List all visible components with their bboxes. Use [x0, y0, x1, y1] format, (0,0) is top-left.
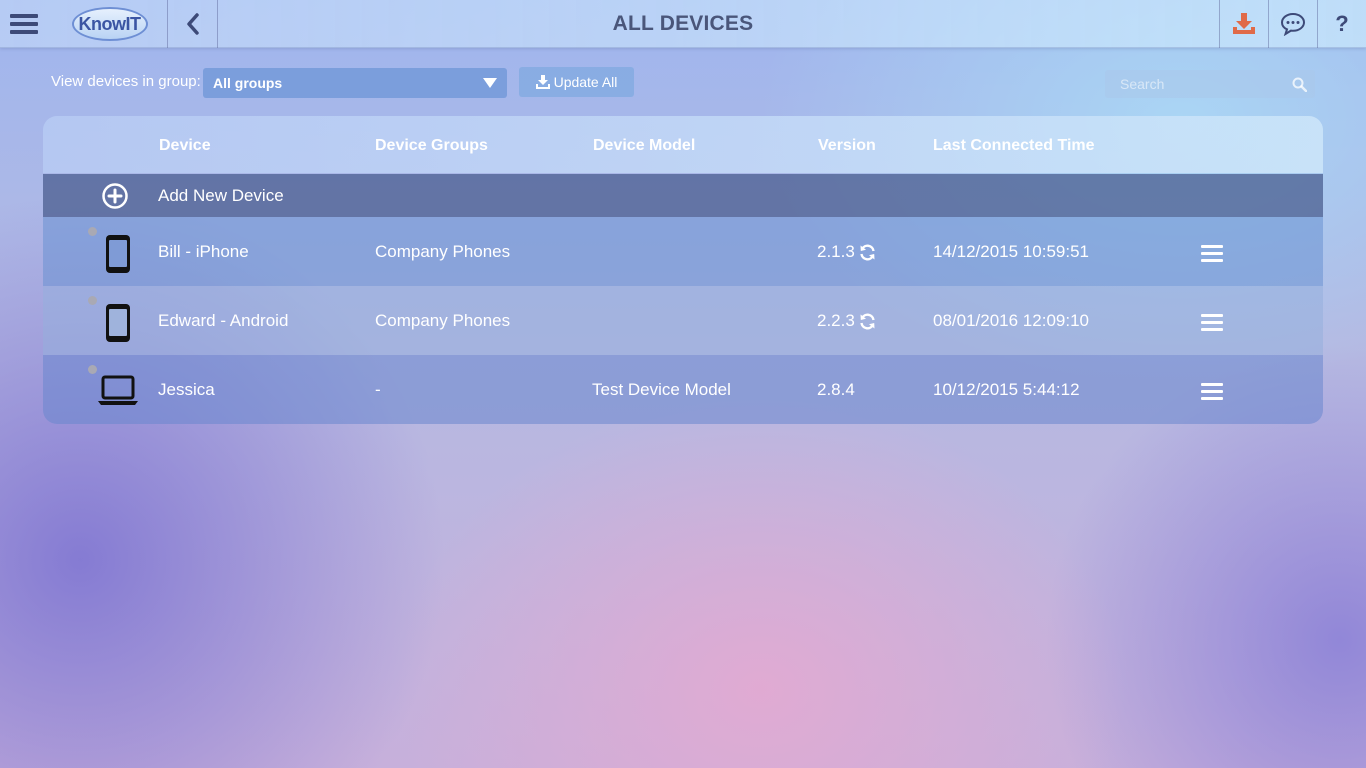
status-dot — [88, 365, 97, 374]
page-title: ALL DEVICES — [612, 12, 754, 35]
table-row[interactable]: Edward - Android Company Phones 2.2.3 08… — [43, 286, 1323, 355]
device-name[interactable]: Bill - iPhone — [158, 242, 249, 262]
status-dot — [88, 296, 97, 305]
device-name[interactable]: Edward - Android — [158, 311, 288, 331]
device-group: Company Phones — [375, 242, 511, 261]
download-icon — [1233, 13, 1255, 34]
search-box — [1105, 70, 1315, 98]
devices-table-header: Device Device Groups Device Model Versio… — [43, 116, 1323, 173]
device-model: Test Device Model — [592, 380, 731, 399]
knowit-logo[interactable]: KnowIT — [52, 0, 168, 48]
download-button[interactable] — [1219, 0, 1268, 48]
back-button[interactable] — [168, 0, 218, 48]
device-version: 2.2.3 — [817, 311, 876, 331]
caret-down-icon — [483, 78, 497, 88]
group-filter-label: View devices in group: — [51, 73, 201, 90]
logo-text: KnowIT — [71, 7, 148, 41]
phone-icon — [106, 304, 130, 342]
column-header-last-connected[interactable]: Last Connected Time — [933, 116, 1095, 176]
device-group: - — [375, 380, 381, 399]
device-name[interactable]: Jessica — [158, 380, 215, 400]
version-number: 2.8.4 — [817, 380, 855, 399]
column-header-version[interactable]: Version — [818, 116, 876, 176]
laptop-icon — [98, 375, 138, 405]
device-version: 2.8.4 — [817, 380, 855, 400]
group-select-value: All groups — [213, 75, 283, 91]
group-select[interactable]: All groups — [203, 68, 507, 98]
last-connected-time: 10/12/2015 5:44:12 — [933, 380, 1080, 399]
table-row[interactable]: Jessica - Test Device Model 2.8.4 10/12/… — [43, 355, 1323, 424]
table-row[interactable]: Bill - iPhone Company Phones 2.1.3 14/12… — [43, 217, 1323, 286]
row-menu-icon[interactable] — [1201, 383, 1223, 404]
help-icon: ? — [1335, 11, 1349, 36]
phone-icon — [106, 235, 130, 273]
device-group: Company Phones — [375, 311, 511, 330]
devices-table-body: Add New Device Bill - iPhone Company Pho… — [43, 174, 1323, 424]
search-input[interactable] — [1105, 70, 1285, 98]
hamburger-menu-button[interactable] — [0, 0, 48, 48]
plus-circle-icon[interactable] — [102, 183, 128, 209]
add-new-device-row[interactable]: Add New Device — [43, 174, 1323, 217]
status-dot — [88, 227, 97, 236]
version-number: 2.1.3 — [817, 242, 855, 261]
row-menu-icon[interactable] — [1201, 245, 1223, 266]
chat-button[interactable] — [1268, 0, 1317, 48]
download-icon — [535, 75, 550, 89]
hamburger-menu-icon — [10, 10, 38, 38]
column-header-device[interactable]: Device — [159, 116, 211, 176]
app-header: KnowIT ALL DEVICES ? — [0, 0, 1366, 48]
device-version: 2.1.3 — [817, 242, 876, 262]
row-menu-icon[interactable] — [1201, 314, 1223, 335]
help-button[interactable]: ? — [1317, 0, 1366, 48]
add-new-device-label[interactable]: Add New Device — [158, 186, 284, 206]
update-all-label: Update All — [553, 74, 618, 90]
refresh-icon[interactable] — [859, 313, 876, 330]
chat-bubble-icon — [1280, 12, 1306, 36]
header-actions: ? — [1219, 0, 1366, 48]
last-connected-time: 14/12/2015 10:59:51 — [933, 242, 1089, 261]
column-header-device-groups[interactable]: Device Groups — [375, 116, 488, 176]
update-all-button[interactable]: Update All — [519, 67, 634, 97]
search-icon[interactable] — [1292, 77, 1307, 92]
last-connected-time: 08/01/2016 12:09:10 — [933, 311, 1089, 330]
version-number: 2.2.3 — [817, 311, 855, 330]
chevron-left-icon — [186, 13, 199, 35]
refresh-icon[interactable] — [859, 244, 876, 261]
column-header-device-model[interactable]: Device Model — [593, 116, 695, 176]
